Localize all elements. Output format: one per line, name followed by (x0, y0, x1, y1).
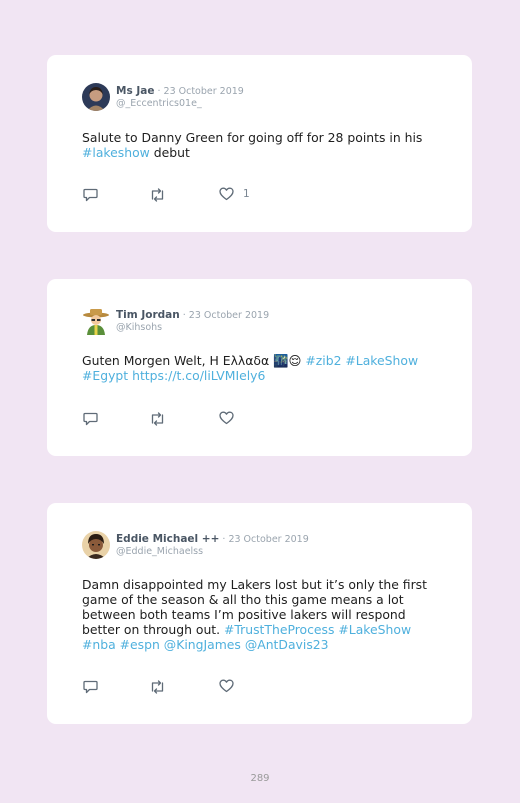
retweet-icon (151, 412, 164, 426)
author-handle[interactable]: @_Eccentrics01e_ (116, 98, 202, 109)
reply-button[interactable] (83, 680, 98, 694)
tweet-card: Tim Jordan · 23 October 2019 @Kihsohs Gu… (47, 279, 472, 456)
like-button[interactable] (219, 411, 243, 425)
tweet-date: · 23 October 2019 (219, 534, 309, 545)
text-segment: debut (149, 145, 190, 160)
hashtag-link[interactable]: #lakeshow (82, 145, 150, 160)
avatar[interactable] (82, 307, 110, 335)
tweet-text: Salute to Danny Green for going off for … (82, 130, 442, 160)
text-segment: Salute to Danny Green for going off for … (82, 130, 423, 145)
author-line: Ms Jae · 23 October 2019 (116, 85, 244, 97)
retweet-button[interactable] (149, 412, 166, 426)
author-handle[interactable]: @Eddie_Michaelss (116, 546, 203, 557)
author-name[interactable]: Tim Jordan (116, 309, 180, 321)
retweet-icon (151, 188, 164, 202)
hashtag-link[interactable]: #zib2 (305, 353, 341, 368)
avatar[interactable] (82, 531, 110, 559)
reply-icon (83, 188, 98, 202)
like-count: 1 (243, 188, 250, 200)
text-segment: Guten Morgen Welt, Η Ελλαδα 🌃😌 (82, 353, 306, 368)
tweet-text: Damn disappointed my Lakers lost but it’… (82, 577, 437, 652)
reply-button[interactable] (83, 412, 98, 426)
page-number: 289 (250, 773, 270, 784)
avatar[interactable] (82, 83, 110, 111)
tweet-card: Eddie Michael ++ · 23 October 2019 @Eddi… (47, 503, 472, 724)
heart-icon (219, 679, 234, 693)
author-name[interactable]: Eddie Michael ++ (116, 533, 219, 545)
like-button[interactable] (219, 679, 243, 693)
hashtag-link[interactable]: #LakeShow (338, 622, 411, 637)
tweet-text: Guten Morgen Welt, Η Ελλαδα 🌃😌 #zib2 #La… (82, 353, 442, 383)
heart-icon (219, 187, 234, 201)
author-line: Eddie Michael ++ · 23 October 2019 (116, 533, 309, 545)
reply-icon (83, 680, 98, 694)
tweet-card: Ms Jae · 23 October 2019 @_Eccentrics01e… (47, 55, 472, 232)
retweet-icon (151, 680, 164, 694)
tweet-date: · 23 October 2019 (179, 310, 270, 321)
hashtag-link[interactable]: #TrustTheProcess (224, 622, 334, 637)
author-handle[interactable]: @Kihsohs (116, 322, 162, 333)
hashtag-link[interactable]: #LakeShow (345, 353, 418, 368)
retweet-button[interactable] (149, 680, 166, 694)
author-name[interactable]: Ms Jae (116, 85, 154, 97)
mention-link[interactable]: @AntDavis23 (245, 637, 329, 652)
hashtag-link[interactable]: #nba (82, 637, 116, 652)
author-line: Tim Jordan · 23 October 2019 (116, 309, 269, 321)
mention-link[interactable]: @KingJames (164, 637, 241, 652)
like-button[interactable]: 1 (219, 187, 250, 201)
reply-button[interactable] (83, 188, 98, 202)
hashtag-link[interactable]: #espn (120, 637, 160, 652)
reply-icon (83, 412, 98, 426)
heart-icon (219, 411, 234, 425)
hashtag-link[interactable]: #Egypt (82, 368, 128, 383)
tweet-date: · 23 October 2019 (154, 86, 244, 97)
retweet-button[interactable] (149, 188, 166, 202)
url-link[interactable]: https://t.co/liLVMIely6 (132, 368, 265, 383)
